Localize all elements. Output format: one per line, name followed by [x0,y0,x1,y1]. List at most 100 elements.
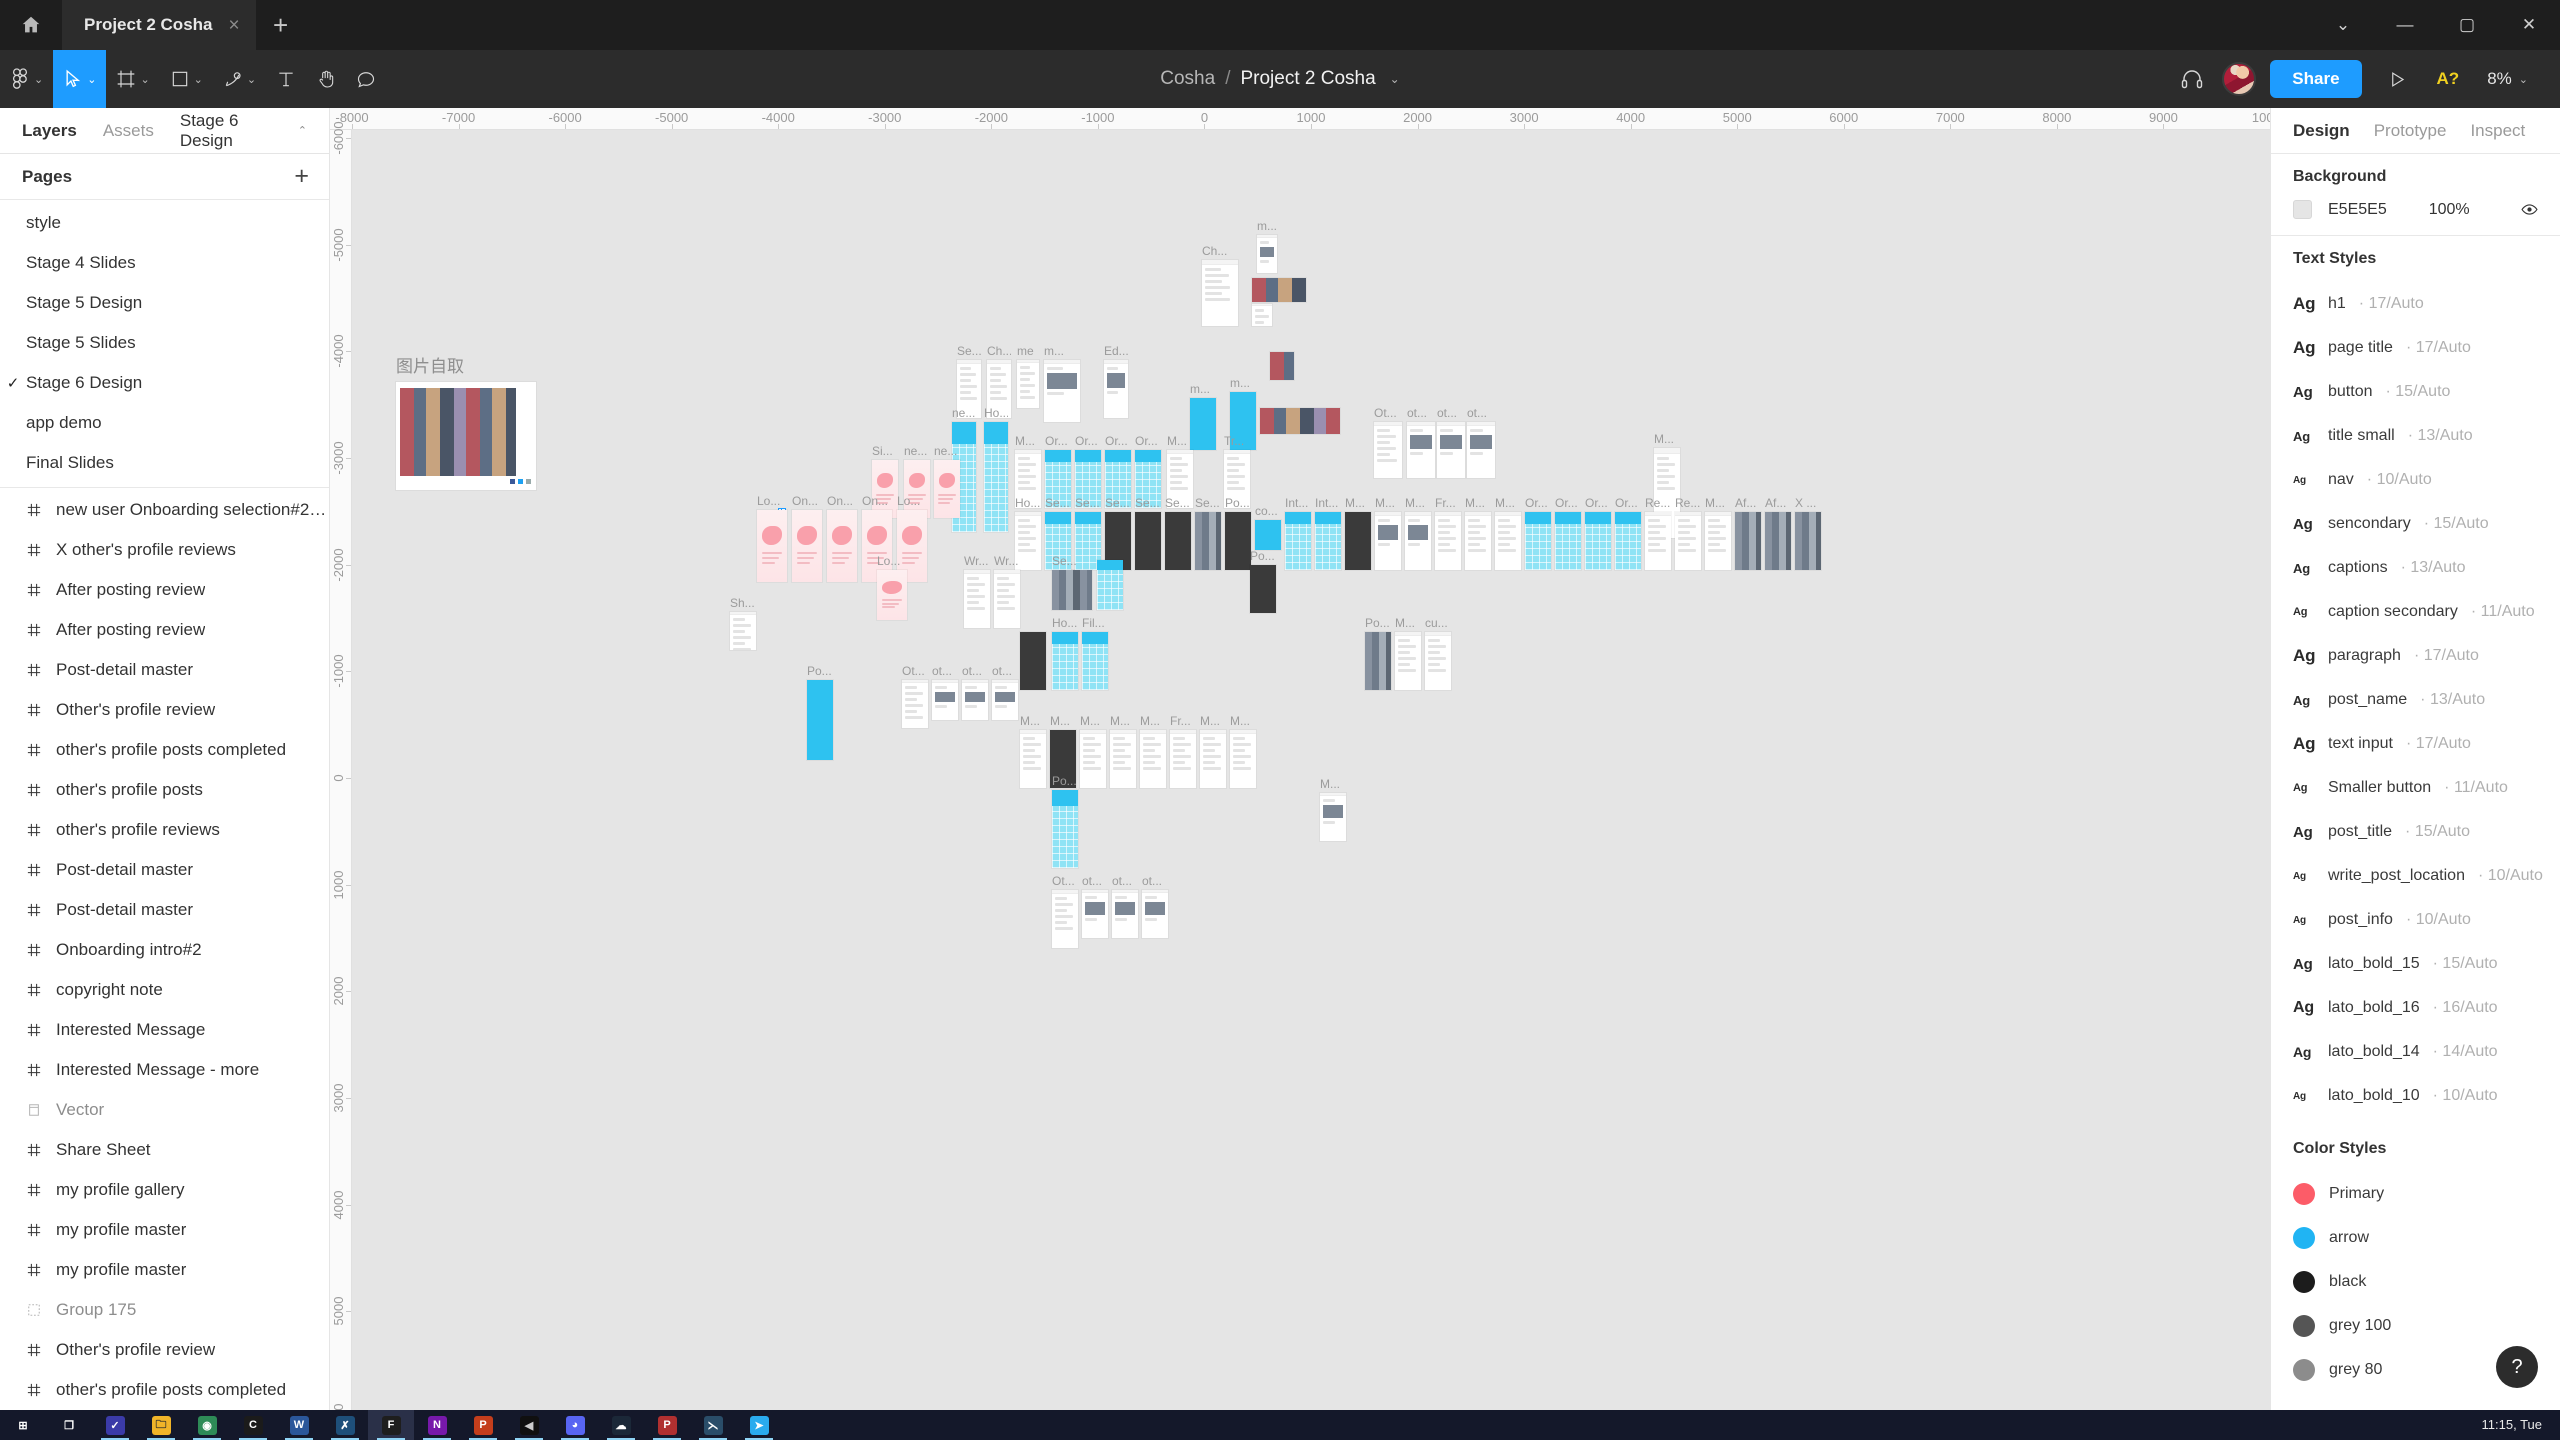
layer-item[interactable]: new user Onboarding selection#2… [0,490,329,530]
canvas-frame[interactable]: Ho... [1052,616,1078,690]
canvas-frame[interactable]: Ho... [984,406,1008,532]
help-button[interactable]: ? [2496,1346,2538,1388]
background-row[interactable]: E5E5E5 100% [2293,200,2538,219]
text-style-item[interactable]: Ag captions · 13/Auto [2293,546,2538,590]
canvas-frame[interactable]: Re... [1645,496,1671,570]
home-icon[interactable] [0,0,62,50]
layer-item[interactable]: Other's profile review [0,690,329,730]
word-app[interactable]: W [276,1410,322,1440]
color-swatch[interactable] [2293,1315,2315,1337]
text-style-item[interactable]: Ag caption secondary · 11/Auto [2293,590,2538,634]
canvas-frame[interactable]: Or... [1555,496,1581,570]
canvas-frame[interactable]: ot... [1082,874,1108,938]
pdf-app[interactable]: P [644,1410,690,1440]
canvas-frame[interactable]: M... [1395,616,1421,690]
canvas-frame[interactable]: me [1017,344,1039,408]
canvas-frame[interactable]: Fil... [1082,616,1108,690]
text-style-item[interactable]: Ag paragraph · 17/Auto [2293,634,2538,678]
breadcrumb-project[interactable]: Cosha [1160,68,1215,90]
canvas-frame[interactable]: Int... [1285,496,1311,570]
canvas-frame[interactable]: Re... [1675,496,1701,570]
canvas-frame[interactable]: ot... [1467,406,1495,478]
layer-item[interactable]: After posting review [0,570,329,610]
canvas-frame[interactable]: Fr... [1435,496,1461,570]
color-swatch[interactable] [2293,1359,2315,1381]
avatar[interactable] [2222,62,2257,96]
background-hex[interactable]: E5E5E5 [2328,201,2387,219]
canvas-frame[interactable]: Po... [1365,616,1391,690]
page-item[interactable]: Stage 5 Slides [0,323,329,363]
layer-item[interactable]: copyright note [0,970,329,1010]
layer-item[interactable]: my profile master [0,1210,329,1250]
layer-item[interactable]: other's profile posts [0,770,329,810]
layer-item[interactable]: After posting review [0,610,329,650]
canvas-frame[interactable]: ot... [932,664,958,720]
discord-app[interactable]: ◕ [552,1410,598,1440]
color-swatch[interactable] [2293,1271,2315,1293]
color-style-item[interactable]: black [2293,1260,2538,1304]
color-style-item[interactable]: grey 100 [2293,1304,2538,1348]
canvas-frame[interactable]: M... [1465,496,1491,570]
canvas-frame[interactable]: Sh... [730,596,756,650]
breadcrumb-file[interactable]: Project 2 Cosha [1240,68,1375,90]
canvas-frame[interactable]: co... [1255,504,1281,550]
canvas-frame[interactable]: M... [1110,714,1136,788]
canvas-frame[interactable]: M... [1405,496,1431,570]
text-style-item[interactable]: Ag text input · 17/Auto [2293,722,2538,766]
layer-item[interactable]: my profile gallery [0,1170,329,1210]
background-opacity[interactable]: 100% [2429,201,2470,219]
canvas-frame[interactable]: m... [1190,382,1216,450]
layer-item[interactable]: Interested Message - more [0,1050,329,1090]
tab-prototype[interactable]: Prototype [2374,121,2447,141]
text-style-item[interactable]: Ag page title · 17/Auto [2293,326,2538,370]
canvas-frame[interactable]: Ot... [902,664,928,728]
vscode-app[interactable]: ✗ [322,1410,368,1440]
canvas-frame[interactable] [1270,352,1294,380]
page-item[interactable]: app demo [0,403,329,443]
figma-menu-icon[interactable]: ⌄ [0,50,53,108]
canvas-frame[interactable]: Po... [1225,496,1251,570]
canvas-stage[interactable]: 图片自取 Ch... m... Se... Ch... me m... Ed... ne...… [352,130,2270,1410]
layer-item[interactable]: Onboarding intro#2 [0,930,329,970]
layer-item[interactable]: Post-detail master [0,850,329,890]
comment-tool-icon[interactable] [346,50,386,108]
canvas-frame[interactable]: M... [1020,714,1046,788]
hand-tool-icon[interactable] [306,50,346,108]
canvas-frame[interactable] [1097,560,1123,610]
design-canvas[interactable]: -8000 -7000 -6000 -5000 -4000 -3000 -2000 -1000… [330,108,2270,1410]
canvas-frame[interactable]: ne... [934,444,960,518]
canvas-frame[interactable]: M... [1140,714,1166,788]
text-style-item[interactable]: Ag Smaller button · 11/Auto [2293,766,2538,810]
canvas-frame[interactable]: On... [827,494,857,582]
canvas-frame[interactable]: Se... [1135,496,1161,570]
layer-item[interactable]: Post-detail master [0,650,329,690]
pen-tool-icon[interactable]: ⌄ [213,50,266,108]
layer-item[interactable]: Post-detail master [0,890,329,930]
close-icon[interactable]: × [229,16,240,35]
layer-item[interactable]: Group 175 [0,1290,329,1330]
zoom-control[interactable]: 8% ⌄ [2477,69,2538,89]
eye-icon[interactable] [2521,201,2538,218]
maximize-button[interactable]: ▢ [2436,0,2498,50]
canvas-frame[interactable]: M... [1705,496,1731,570]
text-style-item[interactable]: Ag lato_bold_15 · 15/Auto [2293,942,2538,986]
text-style-item[interactable]: Ag post_name · 13/Auto [2293,678,2538,722]
canvas-frame[interactable]: M... [1080,714,1106,788]
page-item[interactable]: Final Slides [0,443,329,483]
layer-item[interactable]: other's profile reviews [0,810,329,850]
canvas-frame[interactable]: Or... [1585,496,1611,570]
taskbar-clock[interactable]: 11:15, Tue [2482,1418,2560,1432]
canvas-frame[interactable]: M... [1230,714,1256,788]
canvas-frame[interactable]: M... [1495,496,1521,570]
canvas-frame[interactable]: Se... [1165,496,1191,570]
text-style-item[interactable]: Ag post_title · 15/Auto [2293,810,2538,854]
canvas-frame[interactable]: On... [792,494,822,582]
canvas-frame[interactable]: Ot... [1052,874,1078,948]
mysql-app[interactable]: ⋋ [690,1410,736,1440]
text-style-item[interactable]: Ag write_post_location · 10/Auto [2293,854,2543,898]
minimize-button[interactable]: — [2374,0,2436,50]
canvas-frame[interactable]: Or... [1525,496,1551,570]
canvas-frame[interactable]: Ch... [1202,244,1238,326]
text-style-item[interactable]: Ag post_info · 10/Auto [2293,898,2538,942]
layer-item[interactable]: Other's profile review [0,1330,329,1370]
